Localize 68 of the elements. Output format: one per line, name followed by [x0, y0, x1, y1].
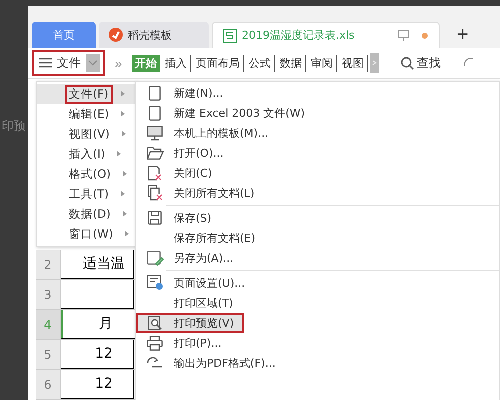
submenu-arrow-icon [125, 231, 130, 237]
submenu-item[interactable]: 关闭(C) [136, 163, 222, 183]
submenu-item[interactable]: 新建 Excel 2003 文件(W) [136, 103, 316, 123]
row-number: 4 [36, 310, 61, 339]
printer-icon [147, 336, 163, 350]
submenu-arrow-icon [122, 131, 126, 137]
ribbon-tab[interactable]: 审阅 [308, 54, 338, 72]
dropdown-icon[interactable] [86, 54, 100, 72]
menu-item[interactable]: 数据(D) [65, 204, 115, 224]
row-number: 2 [36, 250, 61, 279]
folder-icon [146, 146, 164, 160]
page-icon [149, 86, 161, 100]
submenu-arrow-icon [121, 191, 125, 197]
submenu-item[interactable]: 页面设置(U)... [136, 273, 256, 293]
save-as-icon [146, 250, 164, 266]
submenu-item[interactable]: 另存为(A)... [136, 248, 244, 268]
submenu-item[interactable]: 新建(N)... [136, 83, 234, 103]
page-icon [149, 106, 161, 120]
file-menu-button[interactable]: 文件 [32, 50, 105, 76]
menu-item[interactable]: 视图(V) [65, 124, 114, 144]
menu-item[interactable]: 插入(I) [65, 144, 110, 164]
ribbon-tab[interactable]: 公式 [246, 54, 276, 72]
search-button[interactable]: 查找 [395, 54, 448, 73]
table-cell: 12 [61, 370, 134, 399]
new-tab-button[interactable]: + [443, 22, 483, 48]
spreadsheet-icon [223, 28, 237, 43]
ribbon-tab[interactable]: 数据 [277, 54, 306, 72]
submenu-item[interactable]: 关闭所有文档(L) [136, 183, 265, 203]
page-setup-icon [146, 275, 164, 291]
submenu-item[interactable]: 打印区域(T) [136, 293, 244, 313]
submenu-arrow-icon [122, 211, 127, 217]
row-number: 3 [36, 280, 61, 309]
submenu-item[interactable]: 打印预览(V) [136, 313, 244, 333]
menu-item[interactable]: 工具(T) [65, 184, 113, 204]
close-documents-icon [148, 185, 162, 201]
submenu-item[interactable]: 打印(P)... [136, 333, 232, 353]
background-text: 印预 [2, 118, 27, 135]
ribbon-tab[interactable]: 插入 [162, 54, 192, 72]
submenu-item[interactable]: 输出为PDF格式(F)... [136, 353, 286, 373]
export-icon [147, 357, 163, 369]
menu-item[interactable]: 窗口(W) [65, 224, 118, 244]
row-number: 5 [36, 340, 61, 369]
document-tab[interactable]: 稻壳模板 [99, 22, 209, 48]
submenu-arrow-icon [121, 111, 126, 117]
table-cell: 适当温 [61, 250, 134, 279]
menu-item[interactable]: 格式(O) [65, 164, 116, 184]
menu-item[interactable]: 编辑(E) [65, 104, 114, 124]
search-icon [401, 56, 414, 70]
scroll-right-icon[interactable] [370, 53, 380, 74]
submenu-item[interactable]: 保存(S) [136, 208, 222, 228]
dot-icon [421, 32, 429, 40]
submenu-item[interactable]: 打开(O)... [136, 143, 234, 163]
menu-item[interactable]: 文件(F) [65, 84, 113, 104]
submenu-arrow-icon [120, 91, 125, 97]
close-document-icon [148, 166, 162, 180]
monitor-icon[interactable] [398, 30, 410, 42]
row-number: 6 [36, 370, 61, 399]
table-cell: 12 [61, 340, 134, 369]
ribbon-tab[interactable]: 页面布局 [193, 54, 244, 72]
submenu-arrow-icon [123, 171, 128, 177]
print-preview-icon [148, 316, 162, 330]
menu-icon [39, 58, 52, 68]
submenu-item[interactable]: 本机上的模板(M)... [136, 123, 279, 143]
save-icon [148, 211, 162, 225]
submenu-arrow-icon [117, 151, 122, 157]
submenu-item[interactable]: 保存所有文档(E) [136, 228, 266, 248]
monitor-icon [147, 126, 163, 140]
ribbon-tab[interactable]: 视图 [339, 54, 368, 72]
